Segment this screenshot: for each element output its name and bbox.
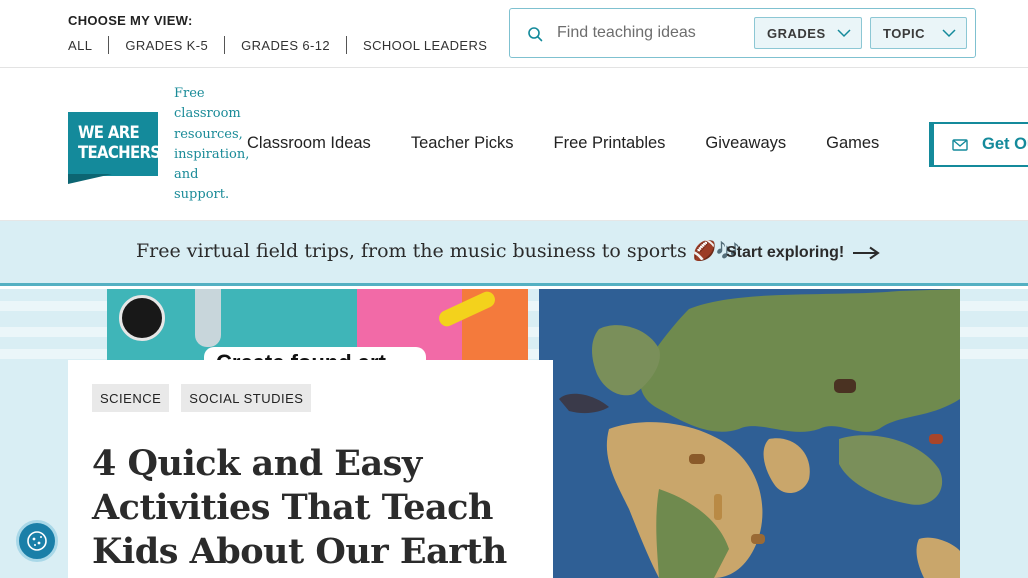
logo-text: WE ARE TEACHERS [78, 123, 161, 163]
envelope-icon [952, 138, 968, 151]
top-utility-bar: CHOOSE MY VIEW: ALL GRADES K-5 GRADES 6-… [0, 0, 1028, 68]
start-exploring-label: Start exploring! [726, 244, 845, 261]
divider [346, 36, 348, 54]
article-headline[interactable]: 4 Quick and Easy Activities That Teach K… [92, 442, 532, 574]
divider [224, 36, 226, 54]
nav-classroom-ideas[interactable]: Classroom Ideas [247, 134, 371, 153]
main-navbar: WE ARE TEACHERS Free classroom resources… [0, 68, 1028, 221]
craft-bottle [195, 289, 221, 347]
newsletter-signup-button[interactable]: Get Our [929, 122, 1028, 167]
primary-nav: Classroom Ideas Teacher Picks Free Print… [247, 134, 919, 153]
view-link-all[interactable]: ALL [68, 38, 92, 53]
view-link-school-leaders[interactable]: SCHOOL LEADERS [363, 38, 487, 53]
topic-dropdown[interactable]: TOPIC [870, 17, 967, 49]
chevron-down-icon [942, 29, 956, 38]
article-tags: SCIENCE SOCIAL STUDIES [92, 384, 323, 412]
logo-line-2: TEACHERS [78, 143, 161, 163]
craft-image-caption: Create found art [204, 347, 426, 360]
world-animals-map-image[interactable] [539, 289, 960, 578]
craft-disc [119, 295, 165, 341]
tag-social-studies[interactable]: SOCIAL STUDIES [181, 384, 312, 412]
view-link-grades-k-5[interactable]: GRADES K-5 [125, 38, 208, 53]
site-tagline: Free classroom resources, inspiration, a… [174, 86, 250, 203]
view-selector-title: CHOOSE MY VIEW: [68, 13, 193, 28]
nav-teacher-picks[interactable]: Teacher Picks [411, 134, 514, 153]
view-selector-links: ALL GRADES K-5 GRADES 6-12 SCHOOL LEADER… [68, 36, 487, 54]
view-link-grades-6-12[interactable]: GRADES 6-12 [241, 38, 330, 53]
nav-free-printables[interactable]: Free Printables [554, 134, 666, 153]
we-are-teachers-logo[interactable]: WE ARE TEACHERS [68, 112, 161, 176]
cookie-settings-button[interactable] [16, 520, 58, 562]
chevron-down-icon [837, 29, 851, 38]
newsletter-signup-label: Get Our [982, 135, 1028, 153]
grades-dropdown[interactable]: GRADES [754, 17, 862, 49]
promo-banner[interactable]: Free virtual field trips, from the music… [0, 221, 1028, 286]
search-bar: GRADES TOPIC [509, 8, 976, 58]
search-input[interactable] [557, 19, 747, 47]
grades-dropdown-label: GRADES [767, 25, 826, 41]
logo-tail [68, 174, 112, 184]
featured-article-card[interactable]: SCIENCE SOCIAL STUDIES 4 Quick and Easy … [68, 360, 553, 578]
search-icon[interactable] [527, 26, 543, 42]
start-exploring-link[interactable]: Start exploring! [726, 244, 880, 262]
arrow-right-icon [853, 246, 880, 260]
featured-article-hero: Create found art SCIENCE SOCIAL STUDIES … [0, 289, 1028, 578]
promo-banner-text: Free virtual field trips, from the music… [136, 240, 741, 262]
tag-science[interactable]: SCIENCE [92, 384, 170, 412]
found-art-craft-image[interactable]: Create found art [107, 289, 528, 360]
cookie-icon [27, 531, 47, 551]
divider [108, 36, 110, 54]
logo-line-1: WE ARE [78, 123, 140, 143]
world-map-illustration [539, 289, 960, 578]
topic-dropdown-label: TOPIC [883, 25, 925, 41]
nav-giveaways[interactable]: Giveaways [705, 134, 786, 153]
nav-games[interactable]: Games [826, 134, 879, 153]
